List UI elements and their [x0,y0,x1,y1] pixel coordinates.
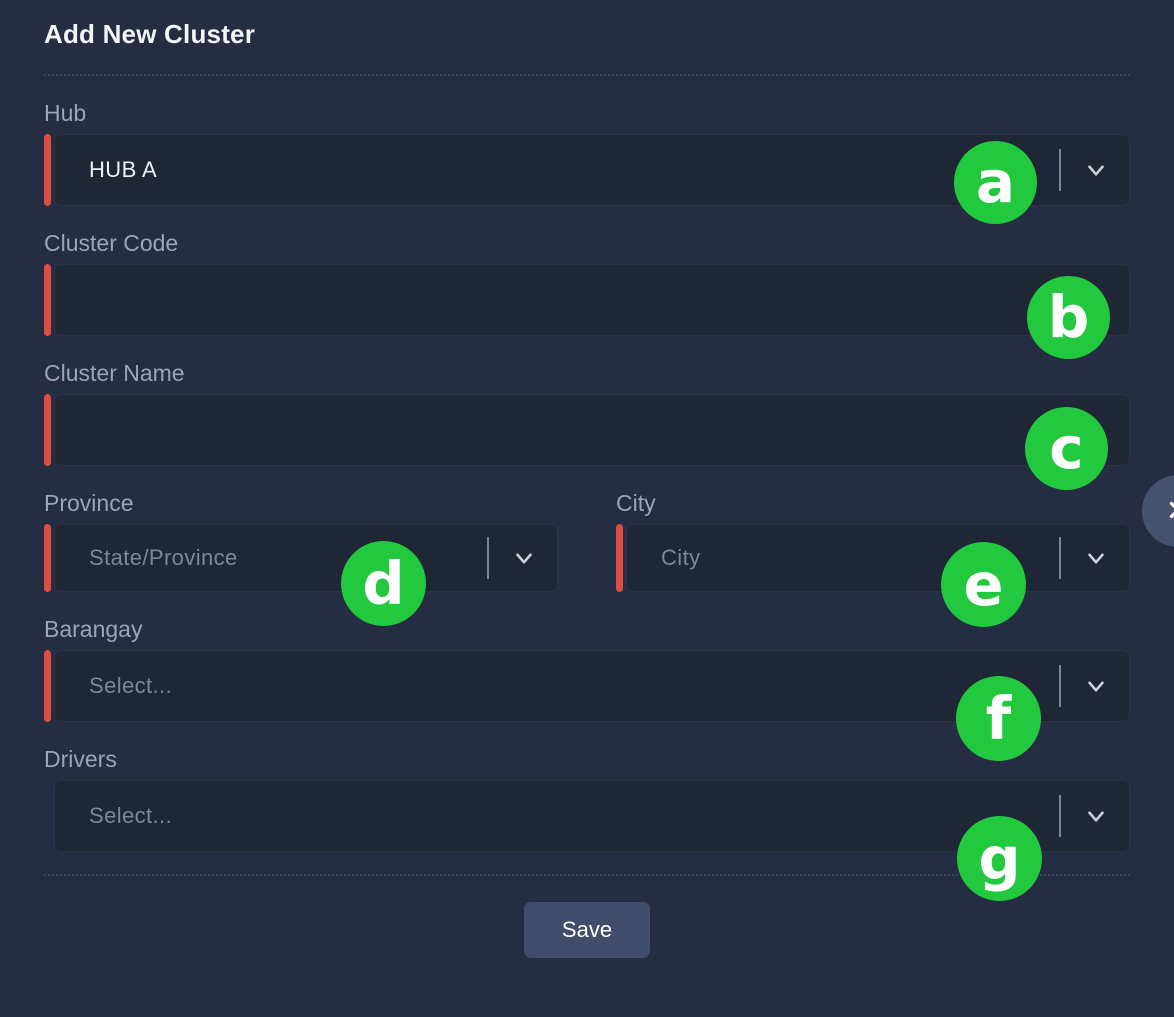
modal-footer: Save [44,876,1130,958]
label-drivers: Drivers [44,746,117,772]
field-cluster-name: Cluster Name [44,358,1130,466]
chevron-down-icon[interactable] [1079,541,1113,575]
required-indicator-cluster-name [44,394,51,466]
drivers-select-affix [1059,781,1129,851]
close-icon [1165,497,1174,526]
label-hub: Hub [44,100,87,126]
drivers-select[interactable]: Select... [54,780,1130,852]
barangay-select[interactable]: Select... [54,650,1130,722]
save-button[interactable]: Save [523,902,651,958]
chevron-down-icon[interactable] [1079,669,1113,703]
control-row-city: City [616,524,1130,592]
chevron-down-icon[interactable] [1079,799,1113,833]
add-cluster-modal: Add New Cluster Hub HUB A Cluster Code C… [0,0,1174,1017]
cluster-code-input-wrap[interactable] [54,264,1130,336]
separator [1059,665,1061,707]
required-indicator-province [44,524,51,592]
control-row-hub: HUB A [44,134,1130,206]
page-title: Add New Cluster [44,19,256,49]
barangay-select-placeholder: Select... [89,673,173,698]
province-select-placeholder: State/Province [89,545,238,570]
label-barangay: Barangay [44,616,143,642]
label-cluster-name: Cluster Name [44,360,185,386]
required-indicator-hub [44,134,51,206]
hub-select-affix [1059,135,1129,205]
field-city: City City [616,488,1130,592]
cluster-name-input-wrap[interactable] [54,394,1130,466]
field-hub: Hub HUB A [44,98,1130,206]
field-province: Province State/Province [44,488,558,592]
hub-select[interactable]: HUB A [54,134,1130,206]
required-indicator-cluster-code [44,264,51,336]
drivers-select-placeholder: Select... [89,803,173,828]
control-row-cluster-name [44,394,1130,466]
province-select-affix [487,525,557,591]
field-cluster-code: Cluster Code [44,228,1130,336]
barangay-select-affix [1059,651,1129,721]
city-select-placeholder: City [661,545,701,570]
label-city: City [616,490,656,516]
separator [487,537,489,579]
required-indicator-city [616,524,623,592]
city-select-affix [1059,525,1129,591]
control-row-cluster-code [44,264,1130,336]
chevron-down-icon[interactable] [507,541,541,575]
required-indicator-barangay [44,650,51,722]
control-row-barangay: Select... [44,650,1130,722]
chevron-down-icon[interactable] [1079,153,1113,187]
field-barangay: Barangay Select... [44,614,1130,722]
label-province: Province [44,490,134,516]
separator [1059,795,1061,837]
control-row-province: State/Province [44,524,558,592]
separator [1059,149,1061,191]
control-row-drivers: Select... [44,780,1130,852]
label-cluster-code: Cluster Code [44,230,179,256]
hub-select-value: HUB A [89,157,158,182]
field-drivers: Drivers Select... [44,744,1130,852]
city-select[interactable]: City [626,524,1130,592]
separator [1059,537,1061,579]
location-row: Province State/Province City City [44,488,1130,614]
province-select[interactable]: State/Province [54,524,558,592]
cluster-form: Hub HUB A Cluster Code Cluster Name Prov… [44,76,1130,852]
